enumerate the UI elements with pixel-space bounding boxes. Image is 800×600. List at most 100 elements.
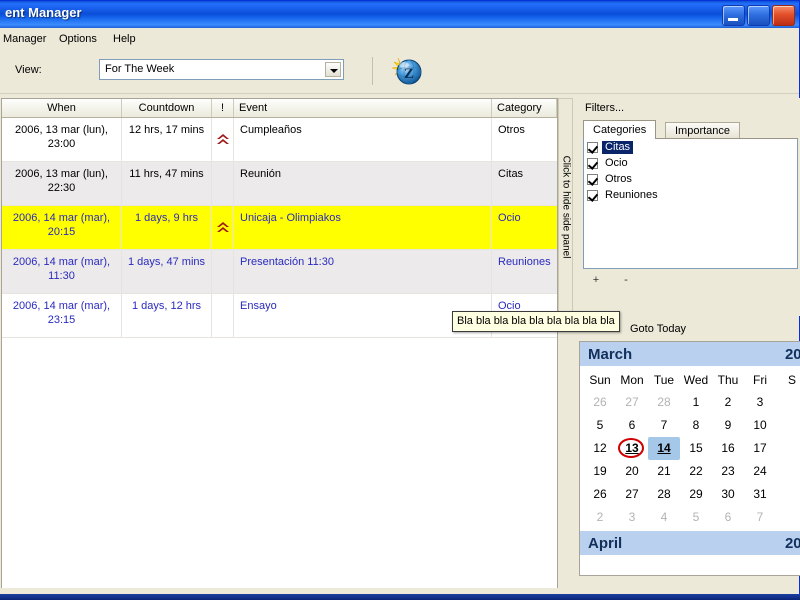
cell-countdown: 11 hrs, 47 mins <box>122 162 212 205</box>
calendar-day[interactable]: 3 <box>616 506 648 529</box>
calendar-day[interactable]: 10 <box>744 414 776 437</box>
calendar-day[interactable]: 27 <box>616 483 648 506</box>
calendar-panel[interactable]: March200SunMonTueWedThuFriS2627281235678… <box>579 341 800 576</box>
cell-category: Citas <box>498 168 524 180</box>
calendar-day[interactable] <box>776 506 800 529</box>
tab-importance[interactable]: Importance <box>665 122 741 139</box>
calendar-day[interactable]: 12 <box>584 437 616 460</box>
table-row[interactable]: 2006, 14 mar (mar), 11:30 1 days, 47 mins P… <box>2 250 557 294</box>
list-item[interactable]: Citas <box>584 139 797 155</box>
column-header-priority[interactable]: ! <box>212 99 234 117</box>
checkbox-icon[interactable] <box>587 141 598 153</box>
calendar-day[interactable]: 5 <box>584 414 616 437</box>
cell-priority <box>212 206 234 249</box>
calendar-week-row: 19 20 21 22 23 24 <box>584 460 800 483</box>
cell-countdown: 1 days, 9 hrs <box>122 206 212 249</box>
calendar-day[interactable]: 27 <box>616 391 648 414</box>
calendar-day[interactable]: 20 <box>616 460 648 483</box>
list-item-label: Citas <box>602 140 634 154</box>
calendar-day[interactable]: 16 <box>712 437 744 460</box>
calendar-day[interactable]: 3 <box>744 391 776 414</box>
table-row[interactable]: 2006, 13 mar (lun), 22:30 11 hrs, 47 mins R… <box>2 162 557 206</box>
calendar-day[interactable] <box>776 437 800 460</box>
filters-title[interactable]: Filters... <box>585 102 624 114</box>
tab-categories[interactable]: Categories <box>583 120 657 139</box>
calendar-day-selected[interactable]: 14 <box>648 437 680 460</box>
cell-when: 2006, 14 mar (mar), 20:15 <box>2 206 122 249</box>
checkbox-icon[interactable] <box>587 189 598 201</box>
calendar-day[interactable]: 24 <box>744 460 776 483</box>
menu-item-manager[interactable]: Manager <box>0 32 52 46</box>
calendar-day[interactable]: 28 <box>648 483 680 506</box>
list-actions: + - <box>589 274 709 290</box>
calendar-day[interactable]: 2 <box>712 391 744 414</box>
checkbox-icon[interactable] <box>587 157 598 169</box>
calendar-day[interactable]: 7 <box>744 506 776 529</box>
cell-priority <box>212 250 234 293</box>
title-bar[interactable]: ent Manager <box>0 1 799 28</box>
calendar-day[interactable]: 26 <box>584 391 616 414</box>
calendar-day[interactable] <box>776 391 800 414</box>
calendar-weekday: Fri <box>753 373 767 387</box>
calendar-day[interactable]: 28 <box>648 391 680 414</box>
table-row[interactable]: 2006, 13 mar (lun), 23:00 12 hrs, 17 mins C… <box>2 118 557 162</box>
calendar-day[interactable] <box>776 414 800 437</box>
events-table[interactable]: When Countdown ! Event Category 2006, 13… <box>1 98 558 589</box>
side-panel-toggle[interactable]: Click to hide side panel <box>558 98 573 316</box>
calendar-year: 200 <box>784 534 800 552</box>
calendar-day[interactable]: 26 <box>584 483 616 506</box>
application-window: ent Manager Manager Options Help View: F… <box>0 0 800 598</box>
calendar-day[interactable]: 5 <box>680 506 712 529</box>
calendar-month-bar[interactable]: March 200 <box>580 342 800 366</box>
categories-list[interactable]: Citas Ocio Otros Reuniones <box>583 139 798 269</box>
calendar-day[interactable]: 30 <box>712 483 744 506</box>
calendar-day[interactable]: 23 <box>712 460 744 483</box>
cell-category: Otros <box>498 124 525 136</box>
add-category-button[interactable]: + <box>589 274 603 288</box>
close-button[interactable] <box>772 5 795 26</box>
checkbox-icon[interactable] <box>587 173 598 185</box>
calendar-day[interactable]: 22 <box>680 460 712 483</box>
calendar-day[interactable]: 31 <box>744 483 776 506</box>
list-item[interactable]: Ocio <box>584 155 797 171</box>
calendar-day[interactable]: 9 <box>712 414 744 437</box>
calendar-week-row: 26 27 28 29 30 31 <box>584 483 800 506</box>
goto-today-link[interactable]: Goto Today <box>630 323 686 335</box>
menu-item-help[interactable]: Help <box>107 32 142 46</box>
globe-z-icon[interactable]: Z <box>387 54 423 88</box>
calendar-day[interactable]: 1 <box>680 391 712 414</box>
calendar-month-name: April <box>588 534 623 552</box>
calendar-day[interactable]: 7 <box>648 414 680 437</box>
column-header-when[interactable]: When <box>2 99 122 117</box>
calendar-day[interactable]: 8 <box>680 414 712 437</box>
list-item[interactable]: Otros <box>584 171 797 187</box>
view-dropdown[interactable]: For The Week <box>99 59 344 80</box>
maximize-button[interactable] <box>747 5 770 26</box>
calendar-day[interactable]: 17 <box>744 437 776 460</box>
calendar-day[interactable]: 6 <box>712 506 744 529</box>
column-header-category[interactable]: Category <box>492 99 557 117</box>
calendar-day[interactable]: 21 <box>648 460 680 483</box>
calendar-day[interactable]: 29 <box>680 483 712 506</box>
remove-category-button[interactable]: - <box>619 274 633 288</box>
calendar-day[interactable]: 4 <box>648 506 680 529</box>
cell-priority <box>212 118 234 161</box>
taskbar[interactable] <box>0 594 800 600</box>
calendar-day[interactable]: 2 <box>584 506 616 529</box>
cell-countdown: 1 days, 47 mins <box>122 250 212 293</box>
calendar-day[interactable] <box>776 460 800 483</box>
priority-high-icon <box>217 222 229 232</box>
menu-item-options[interactable]: Options <box>53 32 103 46</box>
calendar-month-bar[interactable]: April 200 <box>580 531 800 555</box>
calendar-day[interactable]: 19 <box>584 460 616 483</box>
minimize-button[interactable] <box>722 5 745 26</box>
calendar-day[interactable]: 6 <box>616 414 648 437</box>
column-header-countdown[interactable]: Countdown <box>122 99 212 117</box>
calendar-day[interactable] <box>776 483 800 506</box>
list-item[interactable]: Reuniones <box>584 187 797 203</box>
calendar-day[interactable]: 15 <box>680 437 712 460</box>
calendar-day-today[interactable]: 13 <box>616 437 648 460</box>
chevron-down-icon[interactable] <box>325 62 341 77</box>
table-row[interactable]: 2006, 14 mar (mar), 20:15 1 days, 9 hrs Uni… <box>2 206 557 250</box>
column-header-event[interactable]: Event <box>234 99 492 117</box>
